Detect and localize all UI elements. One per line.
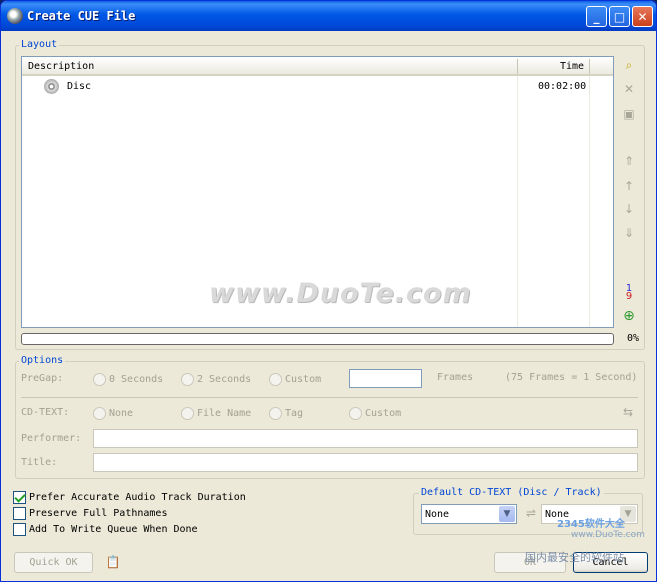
accurate-duration-checkbox[interactable] [13,491,26,504]
frames-note: (75 Frames = 1 Second) [505,372,638,383]
cdtext-tag-radio[interactable] [269,407,282,420]
progress-bar [21,333,614,345]
cd-disc-icon [7,8,23,24]
cdtext-none-label: None [109,408,134,419]
cdtext-label: CD-TEXT: [21,407,70,418]
column-gridline [517,76,518,327]
watermark-text: www.DuoTe.com [209,278,472,309]
layout-list[interactable]: Description Time Disc 00:02:00 www.DuoTe… [21,56,614,328]
disc-cdtext-select[interactable]: None ▼ [421,504,517,524]
column-time[interactable]: Time [560,61,584,72]
properties-icon[interactable]: ▣ [621,107,637,123]
write-queue-label: Add To Write Queue When Done [29,524,198,535]
minimize-button[interactable]: _ [586,6,607,27]
cdtext-filename-radio[interactable] [181,407,194,420]
sort-icon[interactable]: 19 [621,284,637,302]
title-bar[interactable]: Create CUE File _ □ ✕ [1,1,656,31]
disc-icon [44,79,59,94]
accurate-duration-label: Prefer Accurate Audio Track Duration [29,492,246,503]
create-cue-window: Create CUE File _ □ ✕ Layout Description… [0,0,657,582]
full-pathnames-checkbox[interactable] [13,507,26,520]
column-gridline [589,76,590,327]
pregap-0-seconds-radio[interactable] [93,373,106,386]
move-up-icon[interactable]: ↑ [621,179,637,195]
options-divider [21,397,638,398]
maximize-button[interactable]: □ [609,6,630,27]
cdtext-custom-radio[interactable] [349,407,362,420]
options-legend: Options [19,355,66,366]
column-separator [517,59,518,74]
corner-watermark-url: www.DuoTe.com [571,530,645,540]
add-disc-icon[interactable]: ⊕ [621,308,637,324]
title-input[interactable] [93,453,638,472]
close-icon: ✕ [637,9,648,24]
list-header: Description Time [22,57,613,76]
pregap-label: PreGap: [21,373,64,384]
cdtext-custom-label: Custom [365,408,402,419]
corner-watermark-top: 2345软件大全 [557,519,625,530]
progress-percent: 0% [627,333,640,344]
row-description: Disc [67,81,92,92]
delete-icon[interactable]: ✕ [621,82,637,98]
quick-ok-button[interactable]: Quick OK [14,552,93,573]
frames-label: Frames [437,372,474,383]
chevron-down-icon: ▼ [499,506,515,522]
pregap-2-seconds-label: 2 Seconds [197,374,252,385]
full-pathnames-label: Preserve Full Pathnames [29,508,168,519]
corner-watermark-bottom: 国内最安全的软件站 [525,551,624,564]
maximize-icon: □ [613,9,626,24]
column-separator [589,59,590,74]
write-queue-checkbox[interactable] [13,523,26,536]
cdtext-tag-label: Tag [285,408,304,419]
column-description[interactable]: Description [28,61,94,72]
pregap-custom-label: Custom [285,374,322,385]
disc-cdtext-value: None [425,509,450,520]
move-bottom-icon[interactable]: ⇓ [621,226,637,242]
minimize-icon: _ [593,9,600,24]
pregap-0-seconds-label: 0 Seconds [109,374,164,385]
title-label: Title: [21,457,58,468]
swap-icon[interactable]: ⇆ [620,405,636,421]
close-button[interactable]: ✕ [632,6,653,27]
frames-input[interactable] [349,369,422,388]
cdtext-none-radio[interactable] [93,407,106,420]
cdtext-filename-label: File Name [197,408,252,419]
performer-input[interactable] [93,429,638,448]
move-top-icon[interactable]: ⇑ [621,154,637,170]
pregap-2-seconds-radio[interactable] [181,373,194,386]
move-down-icon[interactable]: ↓ [621,202,637,218]
pregap-custom-radio[interactable] [269,373,282,386]
link-icon: ⇌ [525,506,537,520]
window-title: Create CUE File [27,9,136,23]
row-time: 00:02:00 [538,81,587,92]
clipboard-icon[interactable]: 📋 [105,555,121,571]
performer-label: Performer: [21,433,82,444]
default-cdtext-legend: Default CD-TEXT (Disc / Track) [419,487,604,498]
add-files-icon[interactable]: ⌕ [621,58,637,74]
layout-legend: Layout [19,39,60,50]
